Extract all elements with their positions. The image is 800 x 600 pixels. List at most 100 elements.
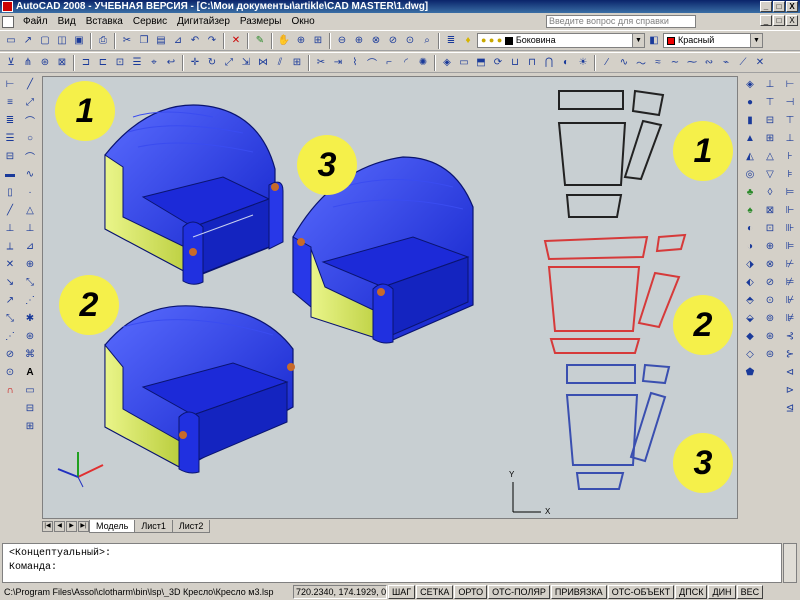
tool-s7-icon[interactable]: ◊ xyxy=(762,184,778,200)
tool-a12-icon[interactable]: ↘ xyxy=(2,274,18,290)
tool-t8-icon[interactable]: ⊩ xyxy=(782,202,798,218)
snap-toggle[interactable]: ШАГ xyxy=(388,585,416,599)
menu-tools[interactable]: Сервис xyxy=(128,13,172,30)
snap-node-icon[interactable]: ⊠ xyxy=(54,55,70,71)
menu-insert[interactable]: Вставка xyxy=(81,13,128,30)
new-file-icon[interactable]: ▭ xyxy=(3,33,19,49)
tool-a4-icon[interactable]: ☰ xyxy=(2,130,18,146)
subtract-icon[interactable]: ⊓ xyxy=(524,55,540,71)
tool-s14-icon[interactable]: ⊚ xyxy=(762,310,778,326)
zoom-out-icon[interactable]: ⊕ xyxy=(351,33,367,49)
tool-r8-icon[interactable]: ♠ xyxy=(742,202,758,218)
otrack-toggle[interactable]: ОТС-ОБЪЕКТ xyxy=(607,585,675,599)
tool-s13-icon[interactable]: ⊙ xyxy=(762,292,778,308)
tool-s8-icon[interactable]: ⊠ xyxy=(762,202,778,218)
grid-toggle[interactable]: СЕТКА xyxy=(416,585,454,599)
tool-t5-icon[interactable]: ⊦ xyxy=(782,148,798,164)
tool-b13-icon[interactable]: ⋰ xyxy=(22,292,38,308)
tool-t16-icon[interactable]: ⊱ xyxy=(782,346,798,362)
qnew-icon[interactable]: ↗ xyxy=(20,33,36,49)
text-icon[interactable]: A xyxy=(22,364,38,380)
redo-icon[interactable]: ↷ xyxy=(204,33,220,49)
color-select[interactable]: Красный ▼ xyxy=(663,33,763,48)
menu-digitizer[interactable]: Дигитайзер xyxy=(172,13,235,30)
layers-icon[interactable]: ≣ xyxy=(443,33,459,49)
extrude-icon[interactable]: ⬒ xyxy=(473,55,489,71)
tool-r15-icon[interactable]: ◆ xyxy=(742,328,758,344)
tool-s12-icon[interactable]: ⊘ xyxy=(762,274,778,290)
tool-t1-icon[interactable]: ⊢ xyxy=(782,76,798,92)
chevron-down-icon[interactable]: ▼ xyxy=(632,34,644,47)
pattern-set-2[interactable] xyxy=(543,233,687,354)
menu-dimensions[interactable]: Размеры xyxy=(235,13,287,30)
measure-icon[interactable]: ⊐ xyxy=(78,55,94,71)
tool-a5-icon[interactable]: ⊟ xyxy=(2,148,18,164)
tab-prev-button[interactable]: ◀ xyxy=(54,520,65,532)
command-window[interactable]: <Концептуальный>: Команда: xyxy=(2,543,782,583)
drawing-area[interactable]: 1 2 3 1 2 3 Y X xyxy=(42,76,738,519)
tool-t15-icon[interactable]: ⊰ xyxy=(782,328,798,344)
scale-icon[interactable]: ⤢ xyxy=(221,55,237,71)
tool-s9-icon[interactable]: ⊡ xyxy=(762,220,778,236)
armchair-1[interactable] xyxy=(104,104,284,285)
zoom-realtime-icon[interactable]: ⊕ xyxy=(293,33,309,49)
zoom-extents-icon[interactable]: ⊘ xyxy=(385,33,401,49)
rotate-icon[interactable]: ↻ xyxy=(204,55,220,71)
osnap-toggle[interactable]: ПРИВЯЗКА xyxy=(550,585,607,599)
maximize-button[interactable]: □ xyxy=(773,1,785,12)
curve-tool-9-icon[interactable]: ⟋ xyxy=(735,55,751,71)
break-icon[interactable]: ⌇ xyxy=(347,55,363,71)
tool-t12-icon[interactable]: ⊭ xyxy=(782,274,798,290)
pattern-set-1[interactable] xyxy=(557,89,665,218)
shade-icon[interactable]: ◐ xyxy=(558,55,574,71)
tool-s16-icon[interactable]: ⊜ xyxy=(762,346,778,362)
tool-a10-icon[interactable]: ⟂ xyxy=(2,238,18,254)
curve-tool-1-icon[interactable]: ∕ xyxy=(599,55,615,71)
tool-s10-icon[interactable]: ⊕ xyxy=(762,238,778,254)
tool-r12-icon[interactable]: ⬖ xyxy=(742,274,758,290)
tool-b20-icon[interactable]: ⊞ xyxy=(22,418,38,434)
curve-tool-10-icon[interactable]: ✕ xyxy=(752,55,768,71)
menu-window[interactable]: Окно xyxy=(286,13,319,30)
dyn-toggle[interactable]: ДИН xyxy=(708,585,736,599)
tool-a7-icon[interactable]: ▯ xyxy=(2,184,18,200)
tool-t10-icon[interactable]: ⊫ xyxy=(782,238,798,254)
tool-r9-icon[interactable]: ◐ xyxy=(742,220,758,236)
join-icon[interactable]: ⌒ xyxy=(364,55,380,71)
tool-a15-icon[interactable]: ⋰ xyxy=(2,328,18,344)
cursor-coordinates[interactable]: 720.2340, 174.1929, 0.0000 xyxy=(293,585,387,599)
curve-tool-3-icon[interactable]: 〜 xyxy=(633,55,649,71)
command-scrollbar[interactable] xyxy=(783,543,797,583)
doc-minimize-button[interactable]: _ xyxy=(760,15,772,26)
tool-t4-icon[interactable]: ⊥ xyxy=(782,130,798,146)
menu-file[interactable]: Файл xyxy=(18,13,53,30)
tool-s3-icon[interactable]: ⊟ xyxy=(762,112,778,128)
point-icon[interactable]: · xyxy=(22,184,38,200)
tool-t6-icon[interactable]: ⊧ xyxy=(782,166,798,182)
tool-s1-icon[interactable]: ⊥ xyxy=(762,76,778,92)
doc-close-button[interactable]: X xyxy=(786,15,798,26)
document-icon[interactable] xyxy=(2,15,14,28)
distance-icon[interactable]: ⊏ xyxy=(95,55,111,71)
zoom-window-icon[interactable]: ⊞ xyxy=(310,33,326,49)
ducs-toggle[interactable]: ДПСК xyxy=(675,585,708,599)
model-space-canvas[interactable] xyxy=(43,77,738,519)
sphere-icon[interactable]: ● xyxy=(742,94,758,110)
pan-icon[interactable]: ✋ xyxy=(276,33,292,49)
circle-icon[interactable]: ○ xyxy=(22,130,38,146)
open-file-icon[interactable]: ▢ xyxy=(37,33,53,49)
rectangle-icon[interactable]: ▭ xyxy=(22,382,38,398)
tool-a18-icon[interactable]: ∩ xyxy=(2,382,18,398)
armchair-2[interactable] xyxy=(104,305,295,474)
tool-a11-icon[interactable]: ✕ xyxy=(2,256,18,272)
print-icon[interactable]: ⎙ xyxy=(95,33,111,49)
command-prompt[interactable]: Команда: xyxy=(9,561,775,575)
tool-s6-icon[interactable]: ▽ xyxy=(762,166,778,182)
tool-s2-icon[interactable]: ⊤ xyxy=(762,94,778,110)
region-icon[interactable]: ◈ xyxy=(439,55,455,71)
zoom-in-icon[interactable]: ⊖ xyxy=(334,33,350,49)
tool-s5-icon[interactable]: △ xyxy=(762,148,778,164)
pattern-set-3[interactable] xyxy=(565,363,671,490)
tool-a8-icon[interactable]: ╱ xyxy=(2,202,18,218)
tab-last-button[interactable]: ▶| xyxy=(78,520,89,532)
